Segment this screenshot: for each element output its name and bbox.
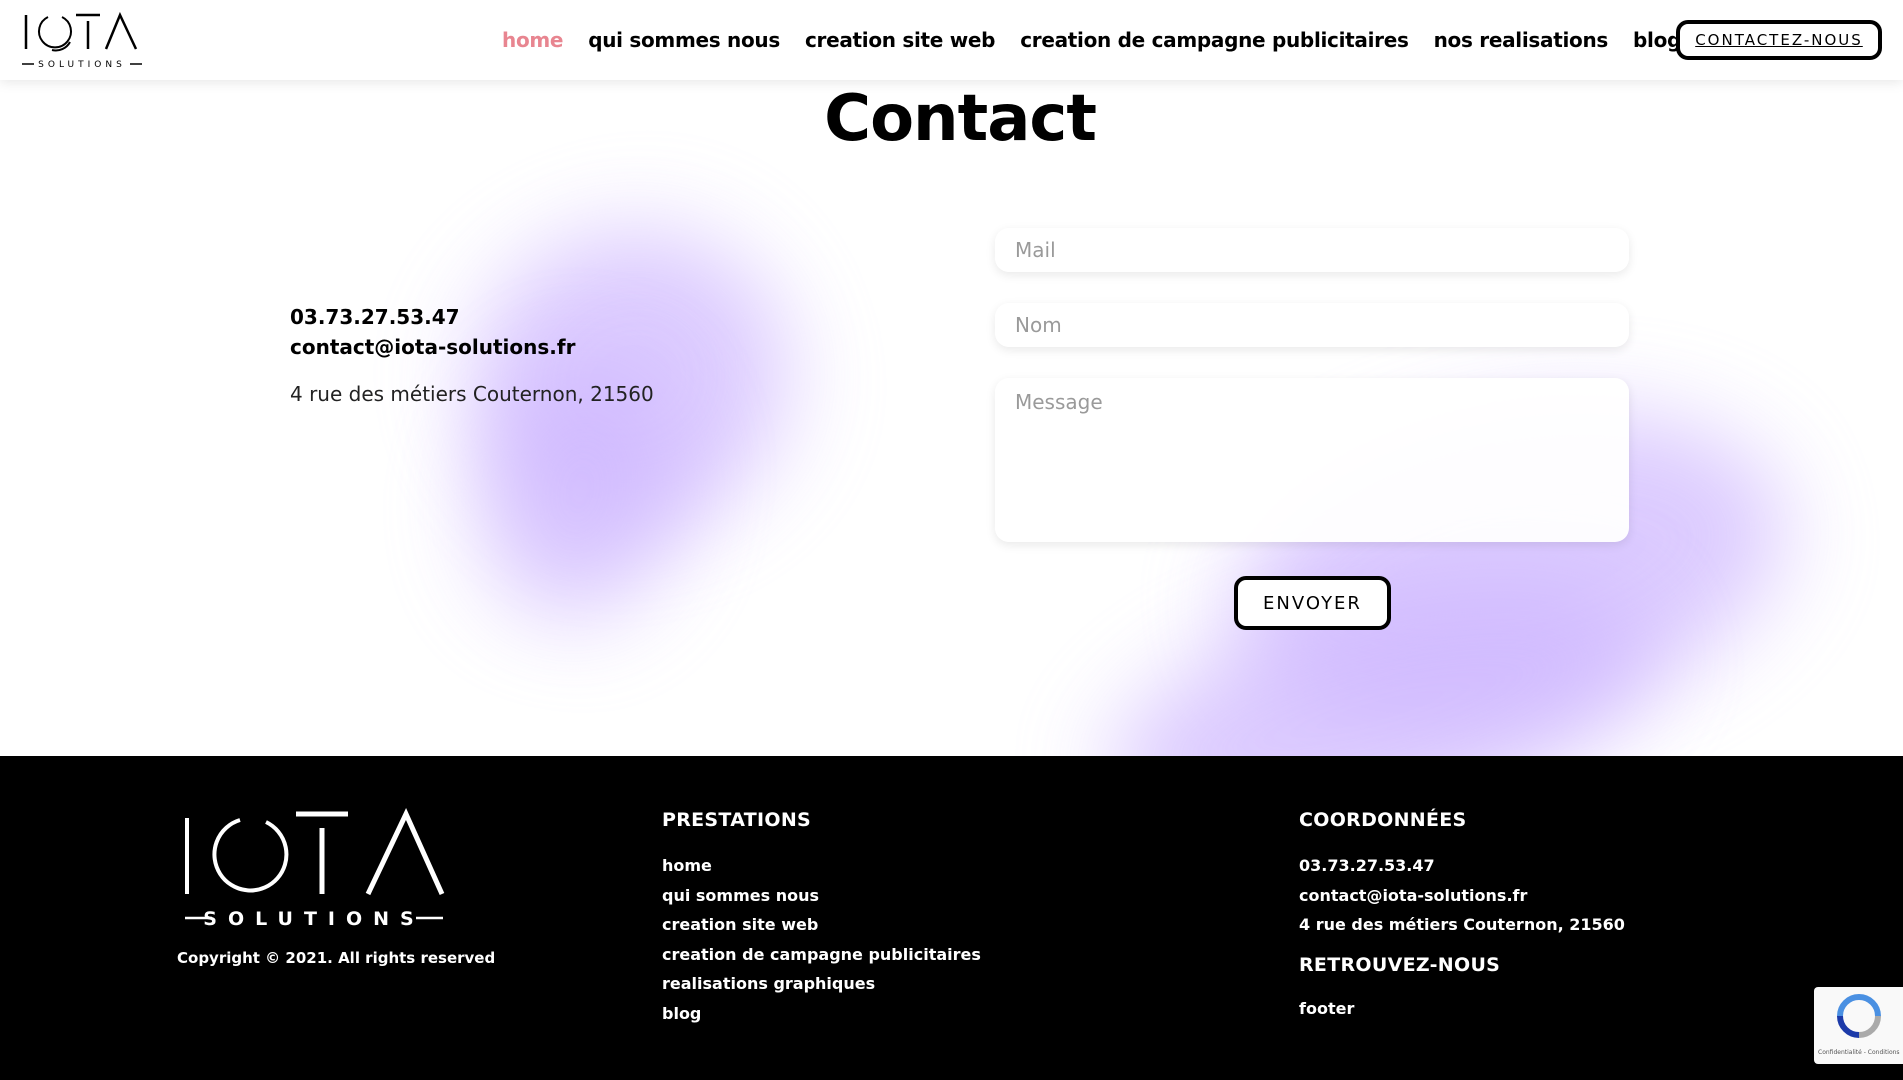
nav-qui-sommes-nous[interactable]: qui sommes nous [588, 28, 780, 52]
main-nav: home qui sommes nous creation site web c… [502, 0, 1681, 80]
site-header: SOLUTIONS home qui sommes nous creation … [0, 0, 1903, 80]
footer-phone[interactable]: 03.73.27.53.47 [1299, 851, 1625, 881]
footer-link-creation-campagne[interactable]: creation de campagne publicitaires [662, 940, 981, 970]
nav-creation-campagne[interactable]: creation de campagne publicitaires [1020, 28, 1409, 52]
footer-link-home[interactable]: home [662, 851, 981, 881]
iota-logo[interactable]: SOLUTIONS [22, 12, 142, 70]
footer-link-realisations[interactable]: realisations graphiques [662, 969, 981, 999]
coordonnees-heading: COORDONNÉES [1299, 809, 1467, 831]
svg-text:SOLUTIONS: SOLUTIONS [38, 60, 126, 70]
footer-logo: SOLUTIONS [180, 808, 448, 933]
contactez-nous-button[interactable]: CONTACTEZ-NOUS [1676, 20, 1882, 60]
mail-input[interactable] [995, 228, 1629, 272]
footer-link-creation-site-web[interactable]: creation site web [662, 910, 981, 940]
prestations-heading: PRESTATIONS [662, 809, 812, 831]
recaptcha-icon [1837, 994, 1881, 1038]
recaptcha-text[interactable]: Confidentialité - Conditions [1818, 1049, 1900, 1056]
envoyer-button[interactable]: ENVOYER [1234, 576, 1391, 630]
nom-input[interactable] [995, 303, 1629, 347]
nav-creation-site-web[interactable]: creation site web [805, 28, 996, 52]
footer-prestations: PRESTATIONS home qui sommes nous creatio… [662, 809, 981, 1028]
copyright: Copyright © 2021. All rights reserved [177, 949, 496, 967]
recaptcha-badge[interactable]: Confidentialité - Conditions [1814, 987, 1903, 1064]
nav-home[interactable]: home [502, 28, 563, 52]
footer-social-link[interactable]: footer [1299, 994, 1625, 1024]
nav-blog[interactable]: blog [1633, 28, 1681, 52]
svg-text:SOLUTIONS: SOLUTIONS [203, 908, 424, 930]
footer-link-qui-sommes-nous[interactable]: qui sommes nous [662, 881, 981, 911]
contact-address: 4 rue des métiers Couternon, 21560 [290, 382, 654, 406]
footer-link-blog[interactable]: blog [662, 999, 981, 1029]
footer-address: 4 rue des métiers Couternon, 21560 [1299, 915, 1625, 934]
site-footer: SOLUTIONS Copyright © 2021. All rights r… [0, 756, 1903, 1080]
footer-email[interactable]: contact@iota-solutions.fr [1299, 881, 1625, 911]
nav-nos-realisations[interactable]: nos realisations [1434, 28, 1609, 52]
footer-coordonnees: COORDONNÉES 03.73.27.53.47 contact@iota-… [1299, 809, 1625, 1023]
page-title: Contact [824, 82, 1097, 156]
contact-email[interactable]: contact@iota-solutions.fr [290, 332, 654, 362]
contact-info: 03.73.27.53.47 contact@iota-solutions.fr… [290, 302, 654, 406]
message-textarea[interactable] [995, 378, 1629, 542]
retrouvez-heading: RETROUVEZ-NOUS [1299, 953, 1501, 976]
contact-phone[interactable]: 03.73.27.53.47 [290, 302, 654, 332]
